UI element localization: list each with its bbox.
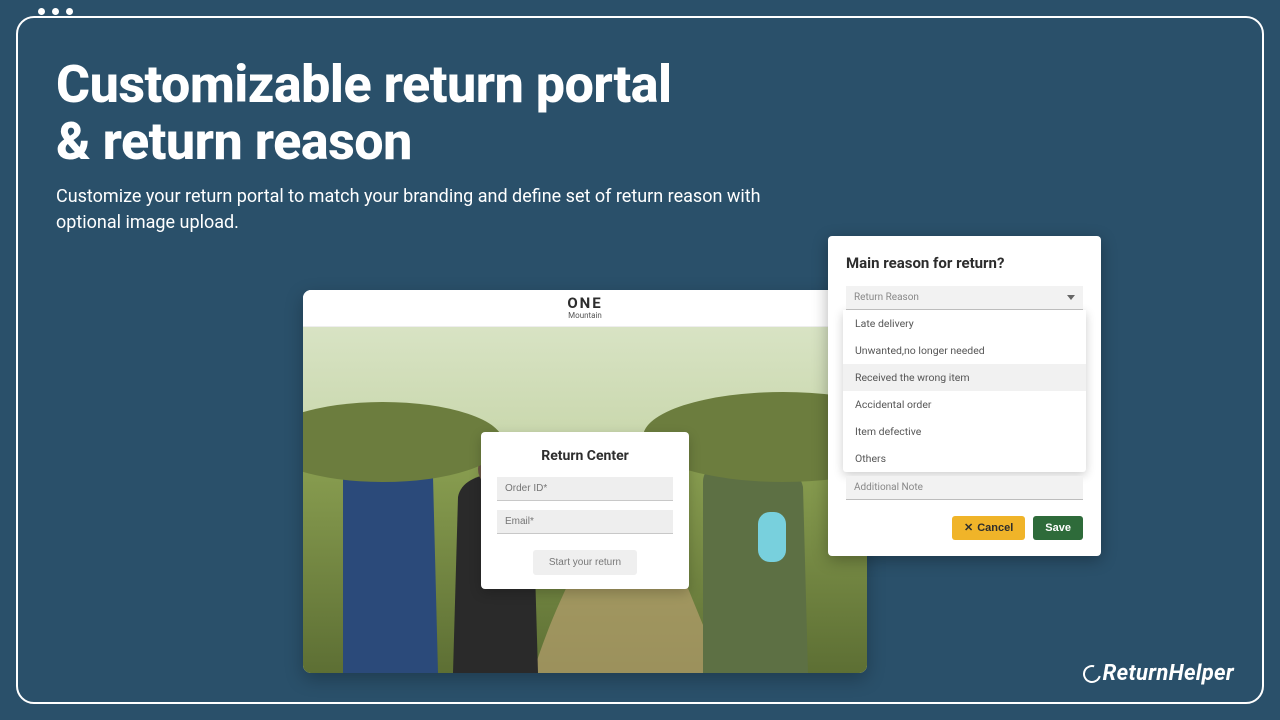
- chevron-down-icon: [1067, 295, 1075, 300]
- save-button[interactable]: Save: [1033, 516, 1083, 540]
- portal-brandbar: ONE Mountain: [303, 290, 867, 327]
- return-center-card: Return Center Start your return: [481, 432, 689, 589]
- return-swirl-icon: [1083, 665, 1101, 683]
- reason-select-placeholder: Return Reason: [854, 292, 919, 303]
- page-title: Customizable return portal & return reas…: [56, 56, 776, 170]
- window-dot: [66, 8, 73, 15]
- order-id-input[interactable]: [497, 477, 673, 501]
- cancel-button[interactable]: ✕ Cancel: [952, 516, 1025, 540]
- window-controls: [34, 8, 77, 15]
- reason-popup: Main reason for return? Return Reason La…: [828, 236, 1101, 556]
- brand-logo-text: ReturnHelper: [1103, 661, 1234, 686]
- reason-option[interactable]: Item defective: [843, 418, 1086, 445]
- page-subtitle: Customize your return portal to match yo…: [56, 184, 776, 234]
- close-icon: ✕: [964, 523, 973, 534]
- window-dot: [38, 8, 45, 15]
- reason-option[interactable]: Late delivery: [843, 310, 1086, 337]
- portal-preview: ONE Mountain: [303, 290, 867, 673]
- additional-note-input[interactable]: Additional Note: [846, 476, 1083, 500]
- reason-actions: ✕ Cancel Save: [846, 516, 1083, 540]
- reason-dropdown: Late delivery Unwanted,no longer needed …: [843, 310, 1086, 472]
- portal-brand-sub: Mountain: [568, 312, 602, 320]
- window-dot: [52, 8, 59, 15]
- hero-heading: Customizable return portal & return reas…: [56, 56, 776, 235]
- portal-hero-image: Return Center Start your return: [303, 327, 867, 673]
- reason-title: Main reason for return?: [846, 254, 1083, 272]
- portal-brand-name: ONE: [567, 296, 602, 311]
- reason-option[interactable]: Received the wrong item: [843, 364, 1086, 391]
- brand-logo: ReturnHelper: [1083, 661, 1234, 686]
- reason-option[interactable]: Others: [843, 445, 1086, 472]
- return-center-title: Return Center: [497, 448, 673, 464]
- reason-option[interactable]: Accidental order: [843, 391, 1086, 418]
- cancel-button-label: Cancel: [977, 522, 1013, 534]
- start-return-button[interactable]: Start your return: [533, 550, 637, 575]
- email-input[interactable]: [497, 510, 673, 534]
- reason-select[interactable]: Return Reason: [846, 286, 1083, 310]
- reason-option[interactable]: Unwanted,no longer needed: [843, 337, 1086, 364]
